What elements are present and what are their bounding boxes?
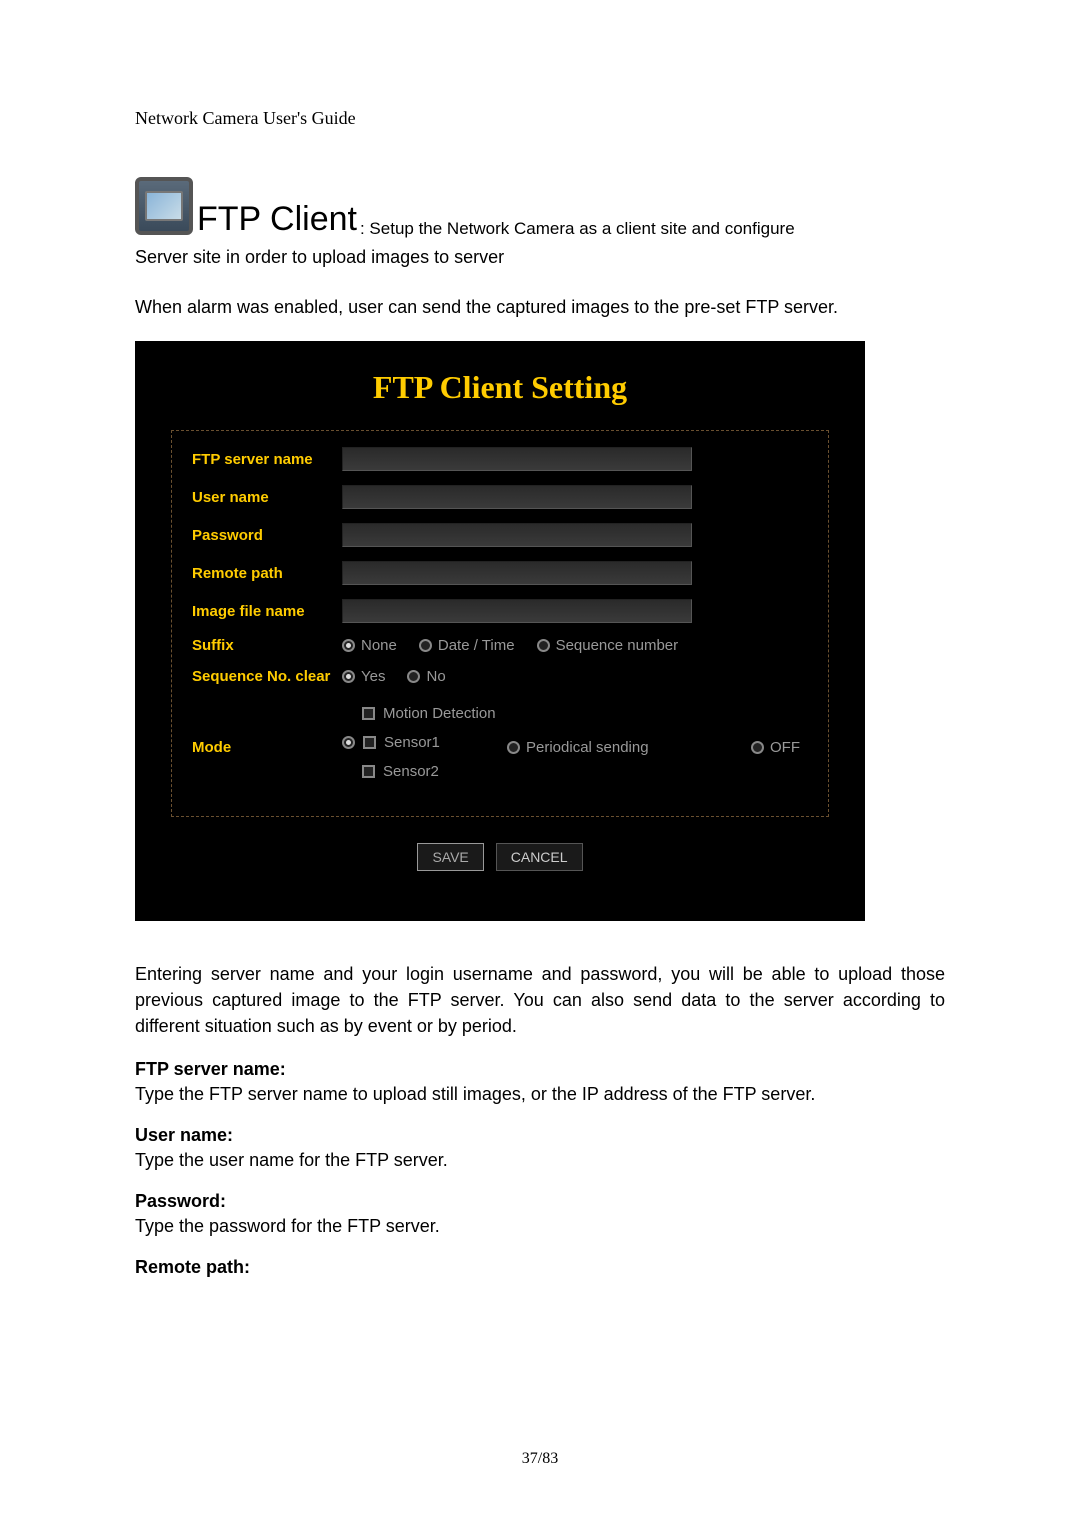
radio-label-yes: Yes (361, 668, 385, 685)
mode-section: Mode Motion Detection Sensor1 (192, 705, 808, 792)
section-title: FTP Client (197, 200, 357, 239)
button-row: SAVE CANCEL (135, 817, 865, 871)
row-user-name: User name (192, 485, 808, 509)
label-password: Password (192, 527, 342, 544)
checkbox-icon (362, 765, 375, 778)
checkbox-label-motion: Motion Detection (383, 705, 496, 722)
radio-label-no: No (426, 668, 445, 685)
radio-label-none: None (361, 637, 397, 654)
row-password: Password (192, 523, 808, 547)
label-ftp-server-name: FTP server name (192, 451, 342, 468)
radio-icon (537, 639, 550, 652)
radio-icon (342, 639, 355, 652)
radio-label-sequence: Sequence number (556, 637, 679, 654)
radio-suffix-datetime[interactable]: Date / Time (419, 637, 515, 654)
label-sequence-clear: Sequence No. clear (192, 668, 342, 685)
sequence-clear-radio-group: Yes No (342, 668, 446, 685)
input-password[interactable] (342, 523, 692, 547)
checkbox-icon (362, 707, 375, 720)
section-intro-line: Server site in order to upload images to… (135, 245, 945, 270)
label-user-name: User name (192, 489, 342, 506)
row-sequence-clear: Sequence No. clear Yes No (192, 668, 808, 685)
radio-icon (419, 639, 432, 652)
radio-icon (342, 736, 355, 749)
radio-seqclear-yes[interactable]: Yes (342, 668, 385, 685)
row-image-file-name: Image file name (192, 599, 808, 623)
label-remote-path: Remote path (192, 565, 342, 582)
checkbox-label-sensor1: Sensor1 (384, 734, 440, 751)
section-intro-paragraph: When alarm was enabled, user can send th… (135, 294, 945, 321)
form-area: FTP server name User name Password Remot… (171, 430, 829, 817)
field-heading-ftp-server: FTP server name: (135, 1059, 945, 1080)
input-ftp-server-name[interactable] (342, 447, 692, 471)
label-mode: Mode (192, 739, 342, 756)
radio-icon (507, 741, 520, 754)
label-image-file-name: Image file name (192, 603, 342, 620)
field-heading-user-name: User name: (135, 1125, 945, 1146)
monitor-screen (145, 191, 183, 221)
label-suffix: Suffix (192, 637, 342, 654)
field-desc-user-name: Type the user name for the FTP server. (135, 1150, 945, 1171)
input-remote-path[interactable] (342, 561, 692, 585)
checkbox-label-sensor2: Sensor2 (383, 763, 439, 780)
checkbox-motion-detection[interactable]: Motion Detection (342, 705, 507, 722)
radio-suffix-none[interactable]: None (342, 637, 397, 654)
checkbox-sensor2[interactable]: Sensor2 (342, 763, 507, 780)
ftp-client-setting-panel: FTP Client Setting FTP server name User … (135, 341, 865, 921)
checkbox-icon (363, 736, 376, 749)
description-paragraph: Entering server name and your login user… (135, 961, 945, 1039)
panel-title: FTP Client Setting (135, 341, 865, 430)
radio-label-periodical: Periodical sending (526, 739, 649, 756)
save-button[interactable]: SAVE (417, 843, 483, 871)
field-desc-ftp-server: Type the FTP server name to upload still… (135, 1084, 945, 1105)
radio-seqclear-no[interactable]: No (407, 668, 445, 685)
suffix-radio-group: None Date / Time Sequence number (342, 637, 678, 654)
monitor-icon (135, 177, 193, 235)
section-subtitle: : Setup the Network Camera as a client s… (360, 219, 795, 239)
radio-mode-off[interactable]: OFF (751, 739, 800, 756)
input-image-file-name[interactable] (342, 599, 692, 623)
section-title-row: FTP Client : Setup the Network Camera as… (135, 177, 945, 239)
page-number: 37/83 (0, 1450, 1080, 1468)
radio-mode-sensor-group[interactable]: Sensor1 (342, 734, 507, 751)
field-heading-remote-path: Remote path: (135, 1257, 945, 1278)
row-ftp-server-name: FTP server name (192, 447, 808, 471)
field-heading-password: Password: (135, 1191, 945, 1212)
field-desc-password: Type the password for the FTP server. (135, 1216, 945, 1237)
row-suffix: Suffix None Date / Time Sequence number (192, 637, 808, 654)
input-user-name[interactable] (342, 485, 692, 509)
radio-label-datetime: Date / Time (438, 637, 515, 654)
radio-icon (751, 741, 764, 754)
row-remote-path: Remote path (192, 561, 808, 585)
radio-icon (342, 670, 355, 683)
radio-mode-periodical[interactable]: Periodical sending (507, 739, 687, 756)
cancel-button[interactable]: CANCEL (496, 843, 583, 871)
radio-icon (407, 670, 420, 683)
document-header: Network Camera User's Guide (135, 108, 945, 129)
radio-label-off: OFF (770, 739, 800, 756)
radio-suffix-sequence[interactable]: Sequence number (537, 637, 679, 654)
